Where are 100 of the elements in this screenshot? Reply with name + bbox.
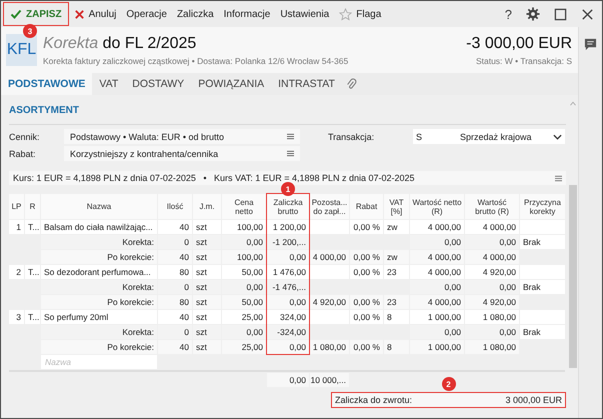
maximize-icon[interactable] (554, 8, 567, 20)
cancel-button[interactable]: Anuluj (68, 3, 122, 25)
column-header[interactable]: Nazwa (41, 194, 157, 219)
table-cell: 0,00 % (350, 250, 383, 264)
table-cell: 4 000,00 (410, 295, 464, 309)
section-heading: ASORTYMENT (9, 105, 80, 118)
table-cell: szt (193, 310, 221, 324)
column-header[interactable]: Pozosta... do zapł... (310, 194, 349, 219)
table-cell: 0,00 (465, 325, 519, 339)
table-cell: 0,00 % (350, 220, 383, 234)
column-header[interactable]: Rabat (350, 194, 383, 219)
table-cell: 1 476,00 (267, 265, 309, 279)
table-cell: So dezodorant perfumowa... (41, 265, 157, 279)
save-button[interactable]: ZAPISZ (3, 2, 69, 26)
table-cell (310, 310, 349, 324)
status-text: Status: W • Transakcja: S (476, 56, 572, 66)
table-cell: 0,00 (222, 325, 266, 339)
column-header[interactable]: LP (9, 194, 24, 219)
table-cell: szt (193, 325, 221, 339)
menu-icon[interactable] (287, 133, 294, 140)
annotation-badge: 3 (23, 24, 37, 38)
table-cell: szt (193, 295, 221, 309)
table-cell: 80 (158, 295, 192, 309)
table-cell: Korekta: (41, 280, 157, 294)
table-cell: 23 (384, 295, 409, 309)
table-cell: 0,00 (267, 295, 309, 309)
table-cell: 0,00 % (350, 310, 383, 324)
column-header[interactable]: Ilość (158, 194, 192, 219)
tab[interactable]: PODSTAWOWE (1, 73, 92, 95)
table-cell: zw (384, 250, 409, 264)
document-title: Korekta do FL 2/2025 (43, 34, 198, 54)
column-header[interactable]: Wartość brutto (R) (465, 194, 519, 219)
document-type-badge: KFL (6, 34, 37, 66)
scrollbar-thumb[interactable] (569, 185, 577, 368)
column-header[interactable]: VAT [%] (384, 194, 409, 219)
close-icon[interactable] (581, 8, 594, 20)
menu-button[interactable]: Ustawienia (275, 3, 334, 25)
table-cell (310, 265, 349, 279)
table-cell: 0,00 (410, 325, 464, 339)
comment-icon[interactable] (584, 38, 597, 51)
table-cell: 0,00 % (350, 265, 383, 279)
table-cell: 1 000,00 (410, 340, 464, 354)
table-cell: 4 000,00 (410, 220, 464, 234)
column-header[interactable]: Cena netto (222, 194, 266, 219)
tab[interactable]: POWIĄZANIA (191, 73, 272, 95)
table-cell: 100,00 (222, 250, 266, 264)
star-icon (339, 8, 352, 20)
paperclip-icon[interactable] (346, 78, 357, 90)
column-header[interactable]: Wartość netto (R) (410, 194, 464, 219)
table-cell: 3 (9, 310, 24, 324)
price-list-field[interactable]: Podstawowy • Waluta: EUR • od brutto (64, 129, 300, 144)
total-cell: 10 000,... (310, 373, 349, 387)
flag-button[interactable]: Flaga (334, 3, 386, 25)
table-cell: 40 (158, 340, 192, 354)
table-cell: 1 000,00 (410, 310, 464, 324)
column-header[interactable]: R (25, 194, 40, 219)
column-header[interactable]: Przyczyna korekty (520, 194, 565, 219)
table-cell: 25,00 (222, 310, 266, 324)
exchange-rate-text: Kurs: 1 EUR = 4,1898 PLN z dnia 07-02-2025 • Kurs VAT: 1 EUR = 4,1898 PLN z dnia 07-02-2025 (13, 173, 415, 183)
menu-icon[interactable] (555, 174, 562, 182)
table-cell: 4 000,00 (410, 265, 464, 279)
table-cell: 4 000,00 (465, 250, 519, 264)
table-cell: 0,00 (410, 280, 464, 294)
discount-field[interactable]: Korzystniejszy z kontrahenta/cennika (64, 146, 300, 161)
table-cell: 0,00 (222, 235, 266, 249)
table-cell: -1 476,... (267, 280, 309, 294)
table-cell: 0,00 (267, 250, 309, 264)
table-cell: 4 000,00 (410, 250, 464, 264)
transaction-dropdown[interactable]: S Sprzedaż krajowa (413, 129, 565, 144)
table-cell: 0 (158, 235, 192, 249)
table-cell: -1 200,... (267, 235, 309, 249)
table-cell: szt (193, 220, 221, 234)
table-cell: 0,00 % (350, 295, 383, 309)
menu-button[interactable]: Operacje (121, 3, 172, 25)
table-cell: Brak (520, 235, 565, 249)
table-cell: 1 080,00 (465, 310, 519, 324)
table-cell: Balsam do ciała nawilżając... (41, 220, 157, 234)
table-cell: 2 (9, 265, 24, 279)
table-cell: 0,00 (222, 280, 266, 294)
close-icon (74, 8, 85, 20)
table-cell: zw (384, 220, 409, 234)
document-amount: -3 000,00 EUR (466, 34, 572, 54)
menu-button[interactable]: Zaliczka (172, 3, 219, 25)
table-cell: T... (25, 220, 40, 234)
tab[interactable]: VAT (92, 73, 126, 95)
table-cell: 40 (158, 310, 192, 324)
menu-icon[interactable] (287, 150, 294, 157)
name-input-field[interactable]: Nazwa (41, 355, 157, 369)
help-button[interactable]: ? (504, 6, 512, 22)
column-header[interactable]: J.m. (193, 194, 221, 219)
field-label: Rabat: (9, 148, 37, 158)
tab[interactable]: DOSTAWY (125, 73, 192, 95)
document-subtitle: Korekta faktury zaliczkowej cząstkowej • Dostawa: Polanka 12/6 Wrocław 54-365 (43, 56, 348, 66)
table-cell: 324,00 (267, 310, 309, 324)
column-header[interactable]: Zaliczka brutto (267, 194, 309, 219)
settings-icon[interactable] (526, 7, 540, 21)
table-cell: 0,00 (267, 340, 309, 354)
tab[interactable]: INTRASTAT (271, 73, 342, 95)
table-cell: So perfumy 20ml (41, 310, 157, 324)
menu-button[interactable]: Informacje (218, 3, 276, 25)
